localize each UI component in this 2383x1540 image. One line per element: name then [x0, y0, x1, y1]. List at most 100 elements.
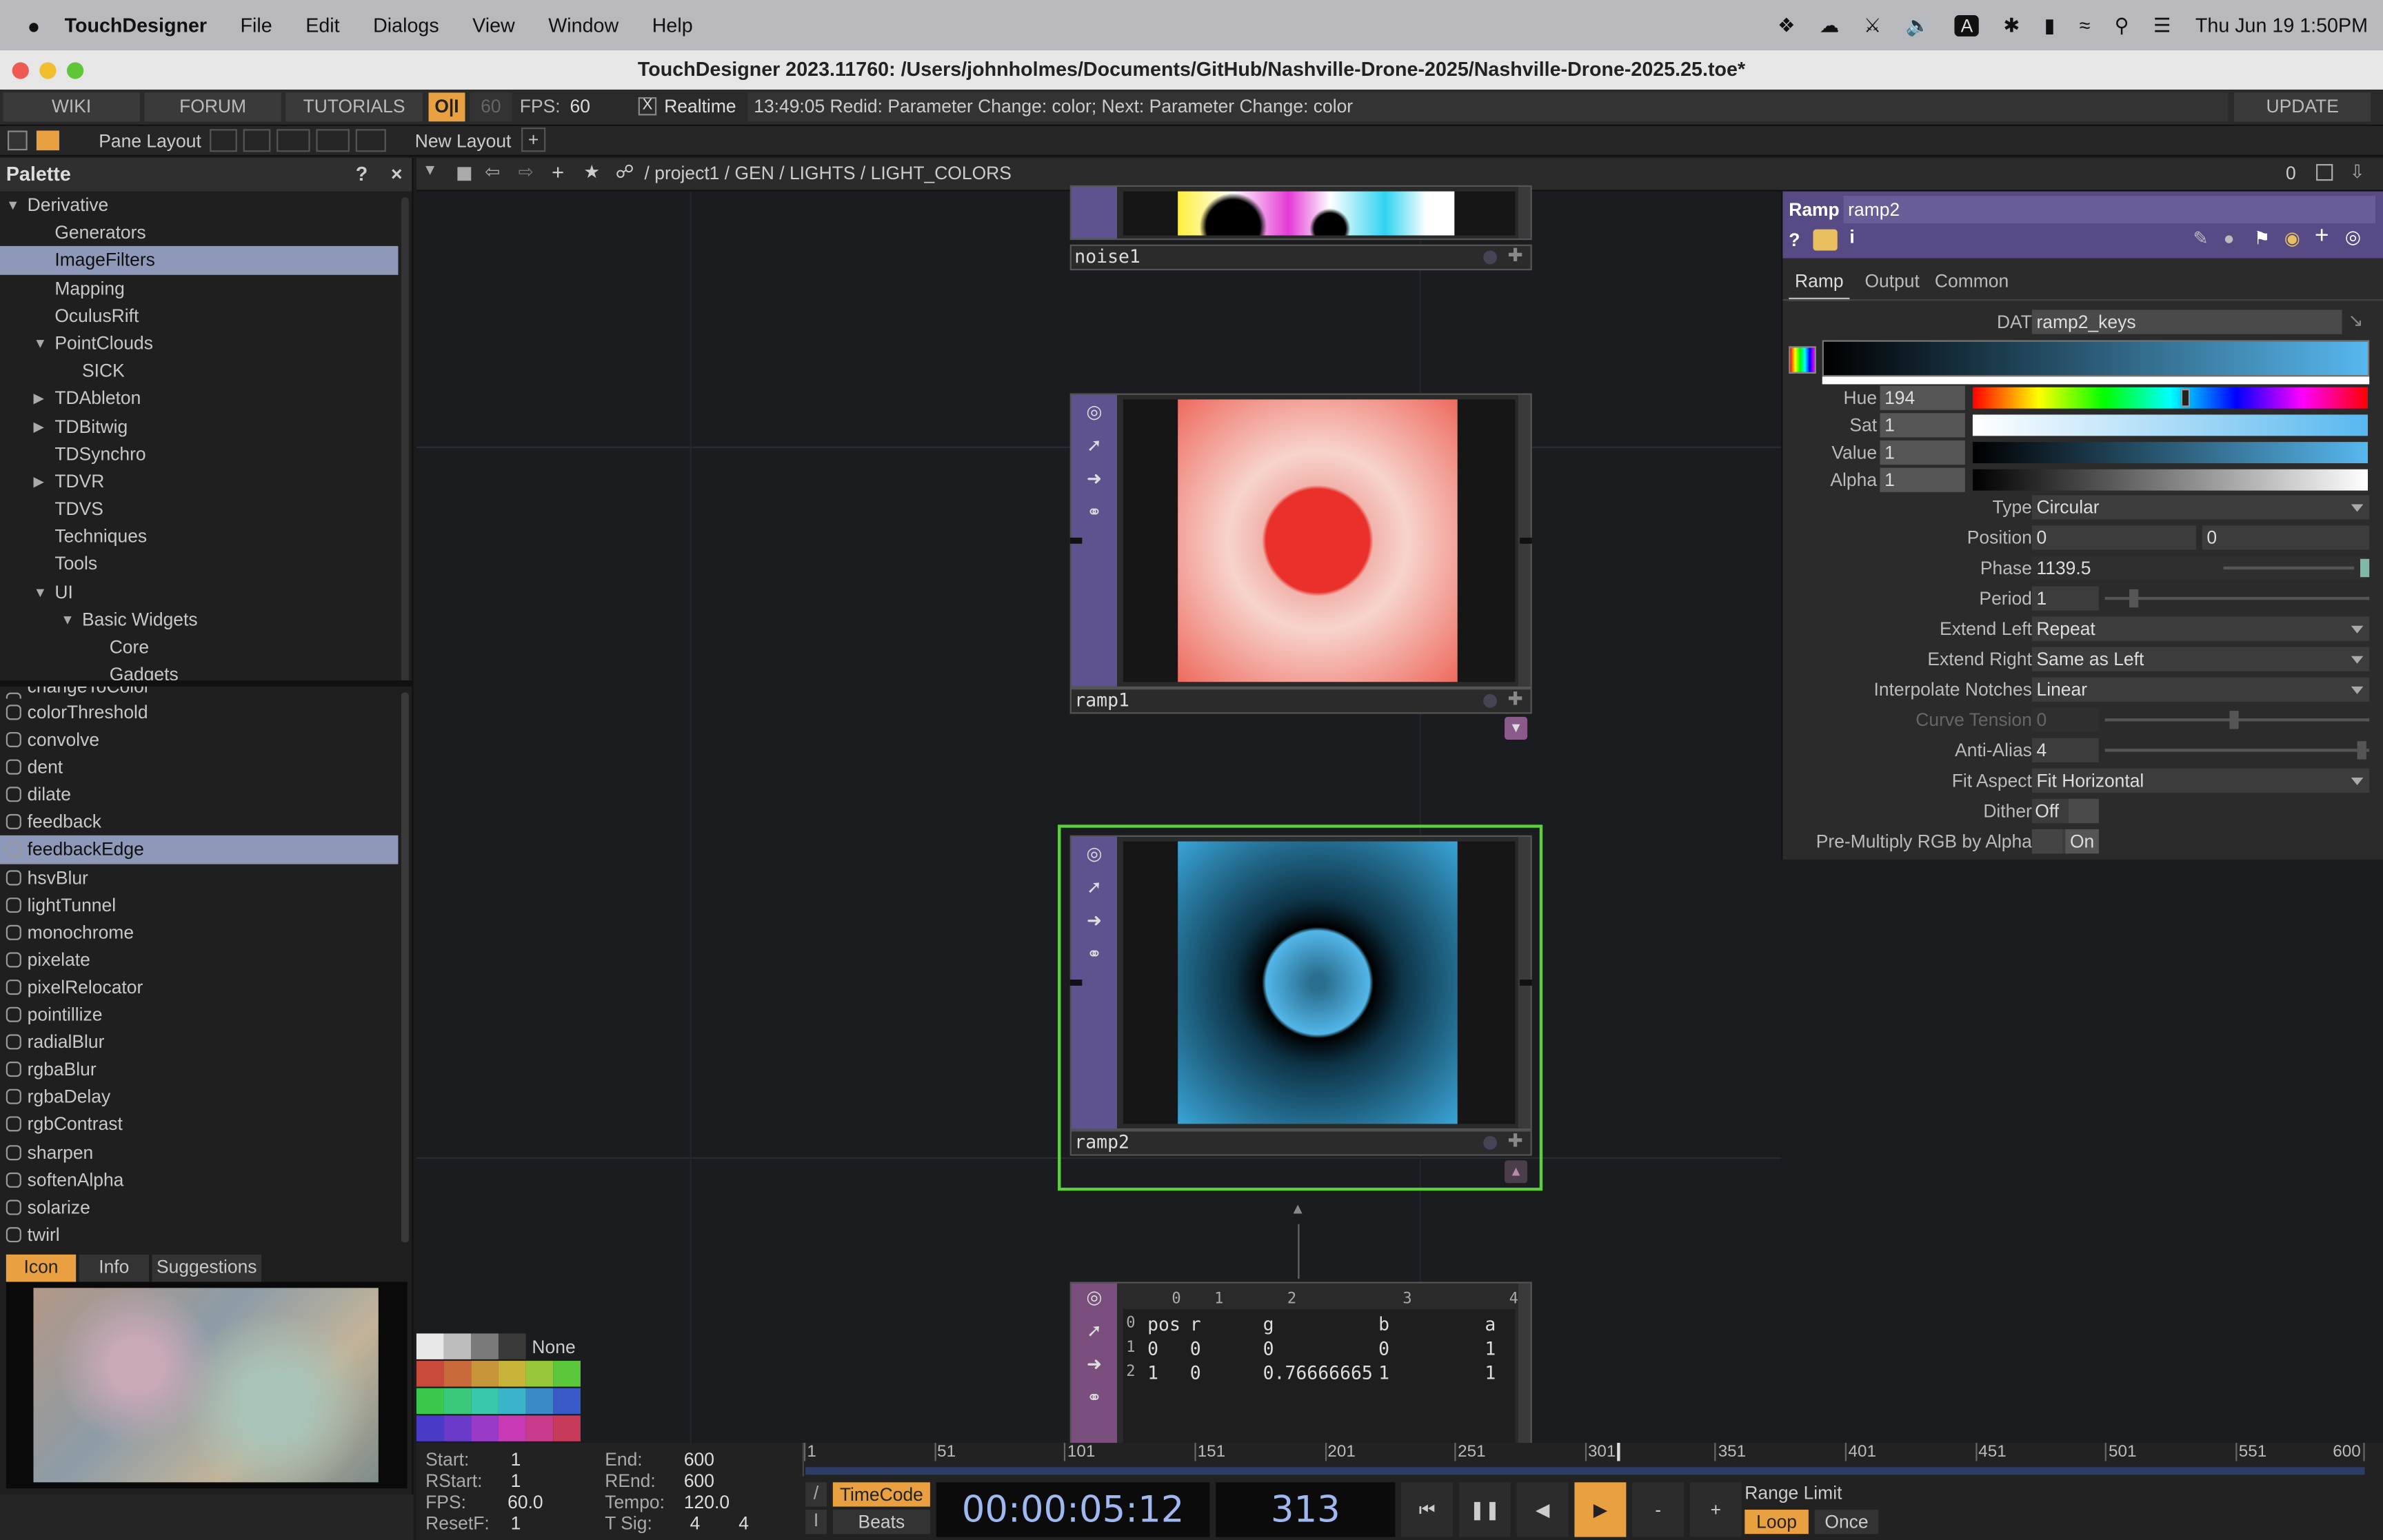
ramp2-add-icon[interactable]: ✚: [1507, 1130, 1522, 1151]
display-icon[interactable]: ➜: [1082, 910, 1106, 934]
minimize-window-button[interactable]: [39, 62, 57, 79]
beats-button[interactable]: Beats: [832, 1509, 930, 1534]
viewer-icon[interactable]: ◎: [1082, 843, 1106, 867]
breadcrumb-lights[interactable]: LIGHTS: [790, 163, 856, 184]
list-item[interactable]: rgbaBlur: [0, 1056, 398, 1084]
sat-field[interactable]: 1: [1880, 413, 1965, 438]
table-cell[interactable]: 0: [1190, 1337, 1201, 1361]
volume-icon[interactable]: 🔊: [1906, 13, 1931, 37]
swatch-none-label[interactable]: None: [532, 1337, 575, 1358]
param-slider-handle[interactable]: [2129, 589, 2139, 608]
ramp2-output-connector[interactable]: [1520, 980, 1532, 986]
bluetooth-icon[interactable]: ✱: [2003, 13, 2020, 37]
color-picker-icon[interactable]: [1789, 346, 1816, 374]
layout-tri-icon[interactable]: [355, 129, 386, 152]
dat-field[interactable]: ramp2_keys: [2031, 310, 2342, 334]
breadcrumb-gen[interactable]: GEN: [735, 163, 774, 184]
table-cell[interactable]: r: [1190, 1313, 1201, 1337]
value-slider[interactable]: [1972, 442, 2368, 463]
end-value[interactable]: 600: [684, 1449, 714, 1470]
edit-icon[interactable]: ✎: [2193, 227, 2209, 249]
param-dropdown[interactable]: Linear: [2031, 677, 2370, 702]
comment-icon[interactable]: ●: [2224, 227, 2235, 249]
add-param-icon[interactable]: +: [2315, 223, 2329, 251]
breadcrumb-project1[interactable]: project1: [654, 163, 719, 184]
menu-file[interactable]: File: [241, 14, 272, 37]
ramp-gradient-bar[interactable]: [1822, 340, 2370, 377]
pane-download-icon[interactable]: ⇩: [2350, 161, 2365, 183]
clone-icon[interactable]: ⚑: [2254, 227, 2271, 249]
ramp1-add-icon[interactable]: ✚: [1507, 688, 1522, 709]
decrement-button[interactable]: -: [1632, 1482, 1685, 1537]
tempo-value[interactable]: 120.0: [684, 1492, 730, 1513]
color-swatch[interactable]: [525, 1361, 554, 1387]
layout-split-h-icon[interactable]: [276, 129, 310, 152]
panel-icon[interactable]: [8, 130, 28, 151]
ramp2-node[interactable]: ◎ ➚ ➜ ⚭: [1069, 835, 1532, 1131]
resetf-value[interactable]: 1: [511, 1512, 521, 1534]
table-cell[interactable]: 0: [1147, 1337, 1158, 1361]
target-icon[interactable]: ◎: [2345, 226, 2361, 247]
table-cell[interactable]: 0: [1263, 1337, 1274, 1361]
tree-scrollbar[interactable]: [401, 197, 409, 684]
timeline-range-bar[interactable]: [805, 1467, 2365, 1475]
viewer-icon[interactable]: ◎: [1082, 401, 1106, 425]
tab-common[interactable]: Common: [1935, 270, 2009, 301]
timeline-i-button[interactable]: I: [805, 1509, 827, 1534]
lock-icon[interactable]: ⚭: [1082, 501, 1106, 525]
table-cell[interactable]: g: [1263, 1313, 1274, 1337]
bypass-icon[interactable]: ➚: [1082, 876, 1106, 900]
lock-icon[interactable]: ⚭: [1082, 1387, 1106, 1411]
param-field[interactable]: 4: [2031, 738, 2099, 763]
tree-item[interactable]: OculusRift: [0, 302, 398, 330]
menu-view[interactable]: View: [472, 14, 515, 37]
menu-help[interactable]: Help: [652, 14, 693, 37]
palette-help-button[interactable]: ?: [348, 158, 376, 191]
home-icon[interactable]: [36, 130, 59, 151]
pause-button[interactable]: ❚❚: [1458, 1482, 1511, 1537]
rewind-button[interactable]: ⏮: [1401, 1482, 1454, 1537]
tree-item[interactable]: SICK: [0, 357, 398, 385]
display-icon[interactable]: ➜: [1082, 1353, 1106, 1377]
search-icon[interactable]: ⚲: [2115, 13, 2129, 37]
list-item[interactable]: pixelate: [0, 946, 398, 973]
list-item[interactable]: convolve: [0, 726, 398, 753]
table-cell[interactable]: 1: [1378, 1361, 1389, 1385]
color-swatch[interactable]: [553, 1388, 581, 1415]
input-source-icon[interactable]: A: [1954, 14, 1980, 36]
control-center-icon[interactable]: ☰: [2153, 13, 2171, 37]
list-item[interactable]: rgbaDelay: [0, 1084, 398, 1111]
info-icon[interactable]: i: [1849, 226, 1854, 247]
color-swatch[interactable]: [471, 1333, 499, 1359]
param-slider-handle[interactable]: [2360, 558, 2370, 578]
hue-slider[interactable]: [1972, 387, 2368, 409]
table-cell[interactable]: 0: [1190, 1361, 1201, 1385]
increment-button[interactable]: +: [1689, 1482, 1742, 1537]
python-icon[interactable]: ◉: [2284, 227, 2300, 249]
list-scrollbar[interactable]: [401, 692, 409, 1243]
menu-edit[interactable]: Edit: [305, 14, 339, 37]
palette-close-button[interactable]: ×: [383, 158, 410, 191]
breadcrumb-light-colors[interactable]: LIGHT_COLORS: [871, 163, 1012, 184]
link-icon[interactable]: ☍: [616, 161, 634, 183]
close-window-button[interactable]: [12, 62, 29, 79]
tree-item[interactable]: TDVS: [0, 495, 398, 523]
tree-item[interactable]: Gadgets: [0, 661, 398, 680]
forward-icon[interactable]: ⇨: [519, 161, 534, 183]
color-swatch[interactable]: [443, 1388, 472, 1415]
ramp1-label[interactable]: ramp1: [1069, 688, 1532, 714]
color-swatch[interactable]: [525, 1415, 554, 1441]
add-icon[interactable]: +: [552, 159, 564, 183]
param-slider-handle[interactable]: [2357, 741, 2366, 760]
tab-ramp[interactable]: Ramp: [1789, 270, 1850, 301]
hue-field[interactable]: 194: [1880, 385, 1965, 410]
breadcrumb-root[interactable]: /: [645, 163, 650, 184]
apple-icon[interactable]: ●: [28, 13, 41, 37]
table-cell[interactable]: 0: [1378, 1337, 1389, 1361]
color-swatch[interactable]: [416, 1333, 444, 1359]
fps-value[interactable]: 60.0: [507, 1492, 543, 1513]
playhead[interactable]: [1617, 1443, 1620, 1461]
tsig-value2[interactable]: 4: [738, 1512, 749, 1534]
color-swatch[interactable]: [498, 1361, 526, 1387]
once-button[interactable]: Once: [1814, 1509, 1879, 1534]
